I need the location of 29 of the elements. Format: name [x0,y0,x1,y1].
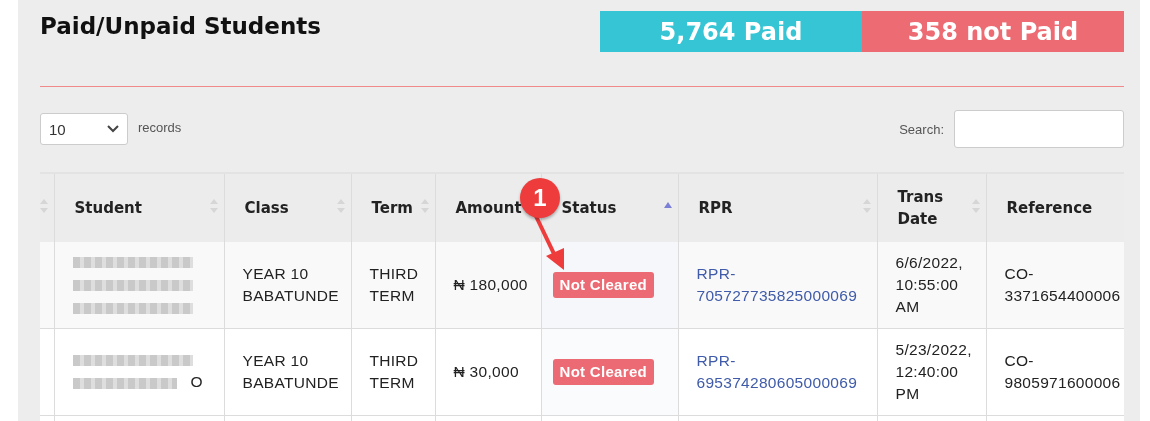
table-cell: 5/23/2022, 12:40:00 PM [877,328,986,416]
column-header: Reference [986,174,1124,242]
table-cell: THIRD TERM [351,328,435,416]
table-cell: YEAR 10 BABATUNDE [224,328,351,416]
table-cell: ₦ 30,000 [435,328,541,416]
chevron-down-icon [107,125,119,133]
count-banner: 5,764 Paid [600,11,862,52]
table-cell: ₦ 180,000 [435,242,541,329]
column-header[interactable]: Term [351,174,435,242]
table-cell: YEAR 10 BABATUNDE [224,242,351,329]
table-cell: CO-9805971600006 [986,328,1124,416]
name-fragment: O [190,372,203,392]
records-select[interactable]: 10 [40,113,128,145]
sort-ascending-icon [663,202,672,208]
count-banner: 358 not Paid [862,11,1124,52]
records-label: records [138,119,182,135]
search-field[interactable] [954,110,1124,148]
column-header[interactable] [40,174,54,242]
table-cell: 6/6/2022, 10:55:00 AM [877,242,986,329]
column-header[interactable]: Class [224,174,351,242]
table-cell: THIRD TERM [351,242,435,329]
column-header[interactable]: RPR [678,174,877,242]
status-badge: Not Cleared [552,359,654,385]
status-badge: Not Cleared [552,272,654,298]
table-cell: CO-3371654400006 [986,242,1124,329]
column-header[interactable]: Student [54,174,224,242]
search-label: Search: [899,121,944,137]
page-title: Paid/Unpaid Students [40,12,321,41]
column-header[interactable]: Trans Date [877,174,986,242]
